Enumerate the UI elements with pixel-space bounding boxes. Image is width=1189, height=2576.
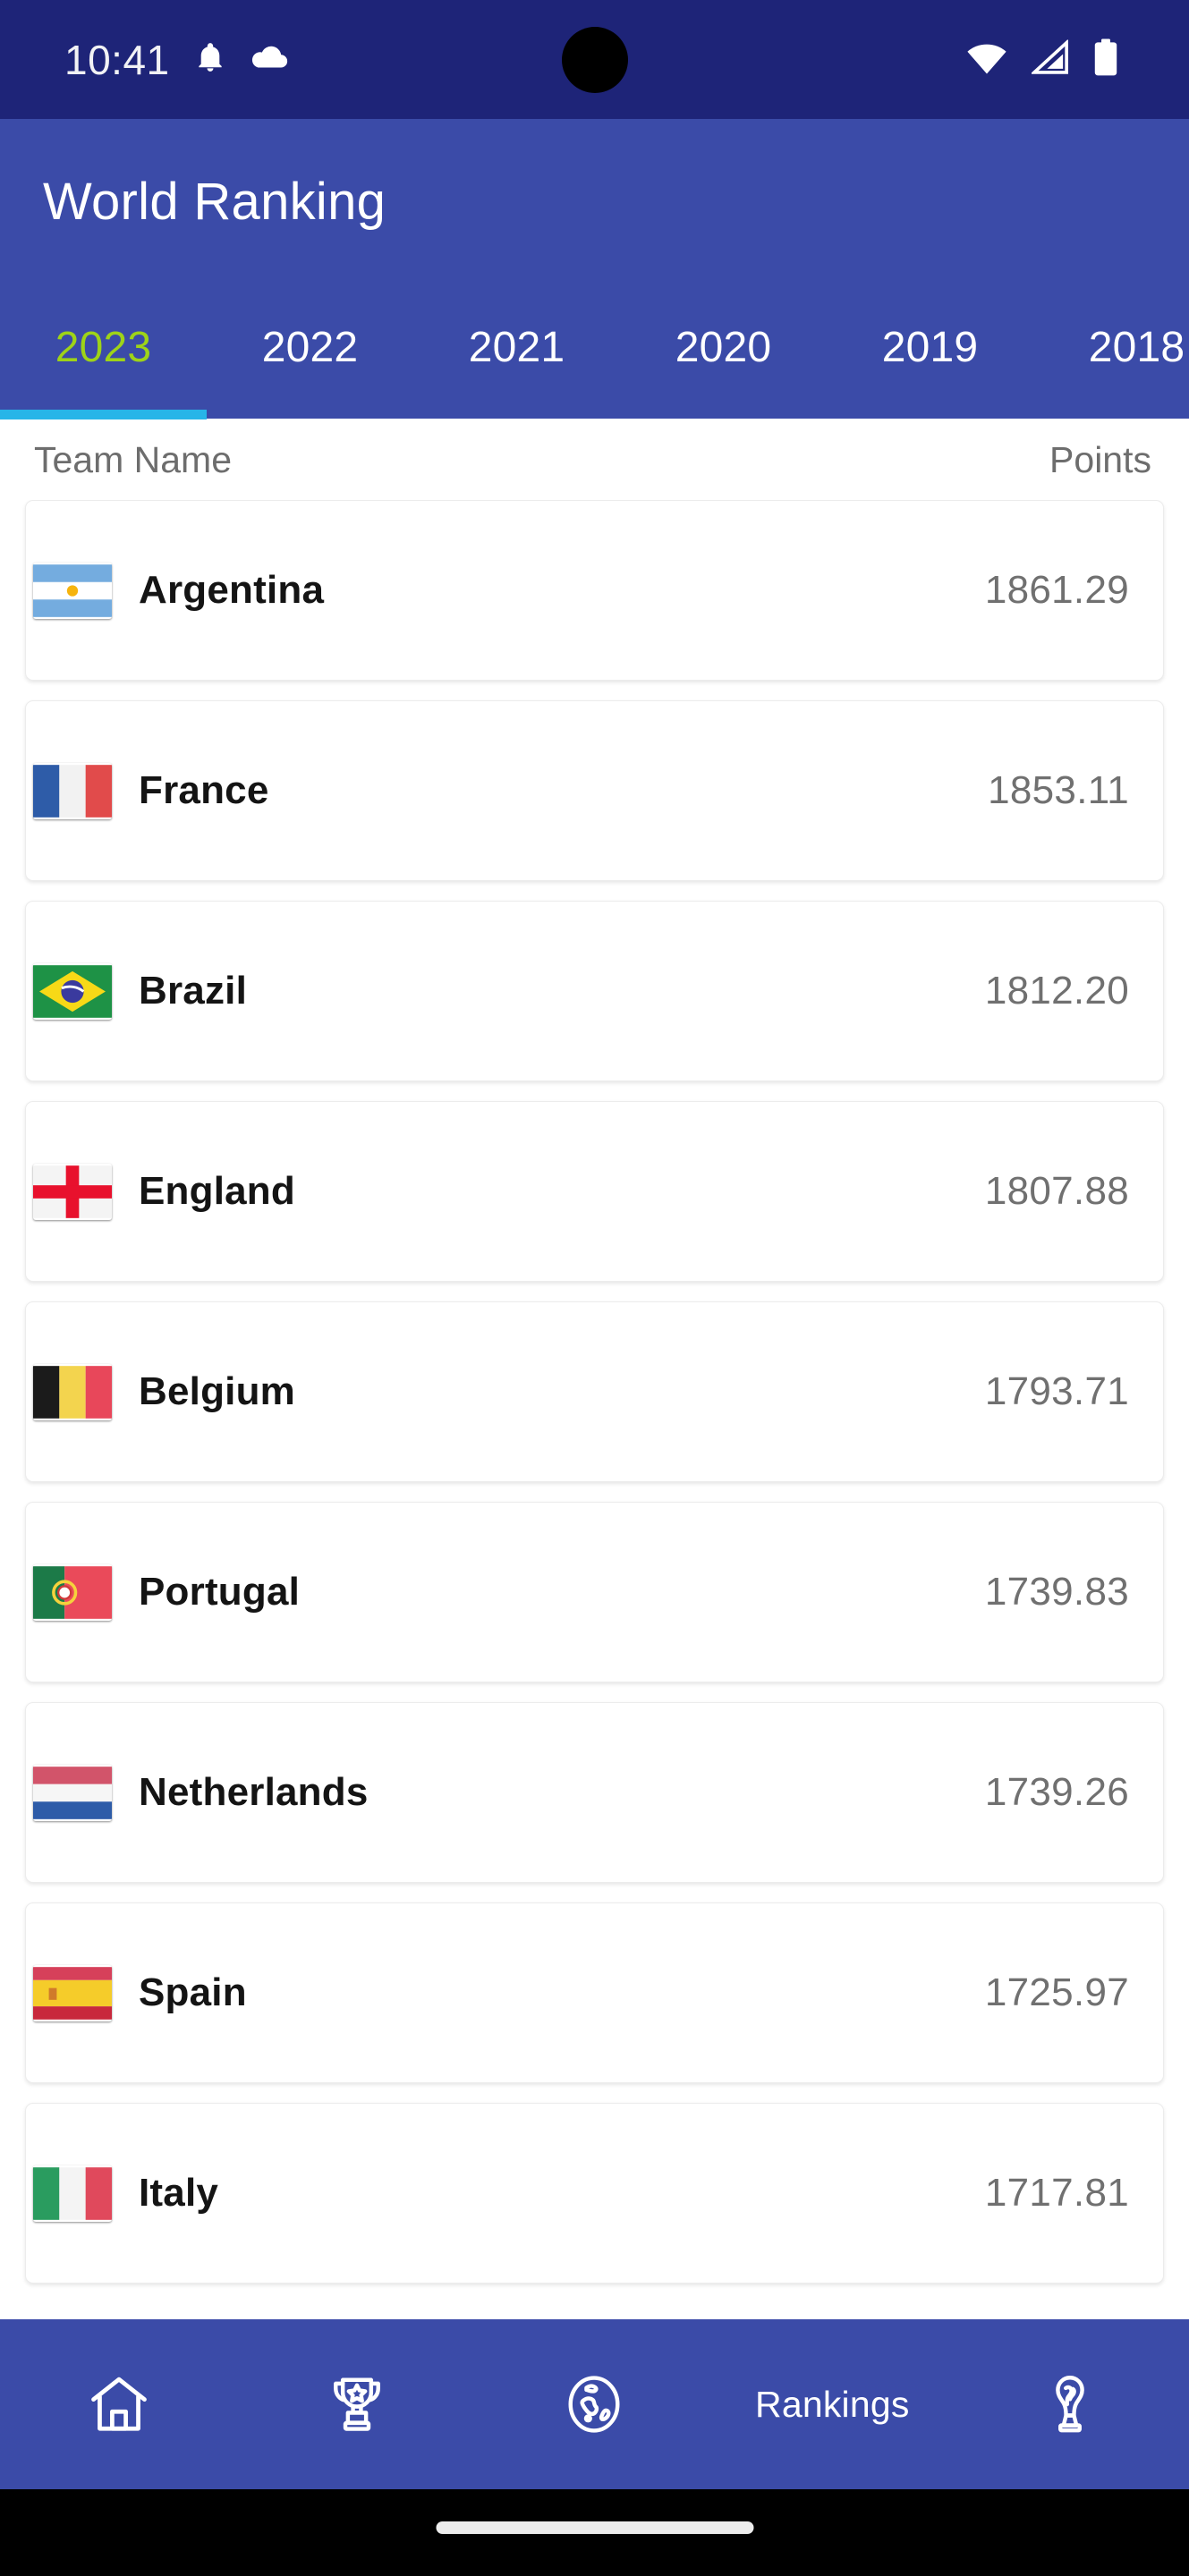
spain-flag-icon (33, 1965, 112, 2021)
cellular-signal-icon (1030, 38, 1069, 80)
nav-item-tournaments[interactable] (238, 2319, 476, 2489)
ranking-list[interactable]: Argentina 1861.29 France 1853.11 Brazil … (0, 500, 1189, 2296)
england-flag-icon (33, 1164, 112, 1220)
table-row: Brazil 1812.20 (25, 901, 1164, 1081)
table-row[interactable]: France 1853.11 (25, 700, 1164, 881)
year-tab-strip[interactable]: 2023 2022 2021 2020 2019 2018 (0, 284, 1189, 410)
table-row[interactable]: Netherlands 1739.26 (25, 1702, 1164, 1883)
table-row[interactable]: Italy 1717.81 (25, 2103, 1164, 2284)
page-title: World Ranking (43, 173, 386, 231)
status-bar-right (965, 38, 1119, 80)
app-bar: World Ranking (0, 119, 1189, 284)
france-flag-icon (33, 763, 112, 819)
cloud-icon (251, 40, 290, 79)
team-name: France (139, 768, 269, 812)
column-header-points: Points (1049, 438, 1151, 480)
nav-item-rankings-label: Rankings (755, 2383, 910, 2425)
status-bar-left: 10:41 (64, 36, 290, 84)
table-row[interactable]: Belgium 1793.71 (25, 1301, 1164, 1482)
portugal-flag-icon (33, 1564, 112, 1621)
team-name: England (139, 1169, 295, 1213)
bottom-navigation-bar[interactable]: Rankings (0, 2319, 1189, 2489)
belgium-flag-icon (33, 1364, 112, 1420)
team-name: Spain (139, 1970, 247, 2014)
team-points: 1739.26 (984, 1770, 1129, 1814)
italy-flag-icon (33, 2165, 112, 2222)
team-name: Portugal (139, 1570, 301, 1614)
table-row[interactable]: Argentina 1861.29 (25, 500, 1164, 681)
front-camera-cutout (562, 27, 628, 93)
tab-2023[interactable]: 2023 (0, 284, 207, 410)
list-column-header: Team Name Points (0, 419, 1189, 500)
tab-2020[interactable]: 2020 (620, 284, 827, 410)
system-gesture-bar (0, 2489, 1189, 2576)
team-name: Belgium (139, 1369, 295, 1413)
tab-2021[interactable]: 2021 (413, 284, 620, 410)
team-name: Netherlands (139, 1770, 369, 1814)
status-bar-clock: 10:41 (64, 36, 170, 83)
netherlands-flag-icon (33, 1765, 112, 1821)
nav-item-home[interactable] (0, 2319, 238, 2489)
team-points: 1739.83 (984, 1570, 1129, 1614)
tab-2018[interactable]: 2018 (1033, 284, 1189, 410)
world-cup-trophy-icon (1036, 2370, 1104, 2438)
team-points: 1717.81 (984, 2171, 1129, 2215)
table-row[interactable]: England 1807.88 (25, 1101, 1164, 1282)
column-header-team-name: Team Name (34, 438, 233, 480)
team-points: 1807.88 (984, 1169, 1129, 1213)
phone-screen: 10:41 World Ranking 2023 2022 2021 2020 … (0, 0, 1189, 2576)
nav-item-rankings[interactable]: Rankings (713, 2319, 951, 2489)
globe-icon (560, 2370, 628, 2438)
team-points: 1812.20 (984, 969, 1129, 1013)
home-icon (85, 2370, 153, 2438)
team-name: Italy (139, 2171, 219, 2215)
wifi-icon (965, 39, 1008, 80)
home-gesture-pill[interactable] (436, 2521, 753, 2534)
team-points: 1793.71 (984, 1369, 1129, 1413)
tab-2019[interactable]: 2019 (827, 284, 1033, 410)
table-row[interactable]: Portugal 1739.83 (25, 1502, 1164, 1682)
team-name: Argentina (139, 568, 325, 612)
team-points: 1861.29 (984, 568, 1129, 612)
battery-icon (1092, 38, 1119, 80)
status-bar: 10:41 (0, 0, 1189, 119)
bell-icon (193, 40, 227, 79)
trophy-icon (323, 2370, 391, 2438)
argentina-flag-icon (33, 563, 112, 619)
team-points: 1725.97 (984, 1970, 1129, 2014)
active-tab-indicator (0, 410, 207, 419)
team-name: Brazil (139, 969, 248, 1013)
year-tab-bar[interactable]: 2023 2022 2021 2020 2019 2018 (0, 284, 1189, 419)
team-points: 1853.11 (988, 768, 1129, 812)
tab-2022[interactable]: 2022 (207, 284, 413, 410)
nav-item-world-cup[interactable] (951, 2319, 1189, 2489)
brazil-flag-icon (33, 963, 112, 1020)
nav-item-world[interactable] (476, 2319, 714, 2489)
table-row[interactable]: Spain 1725.97 (25, 1902, 1164, 2083)
